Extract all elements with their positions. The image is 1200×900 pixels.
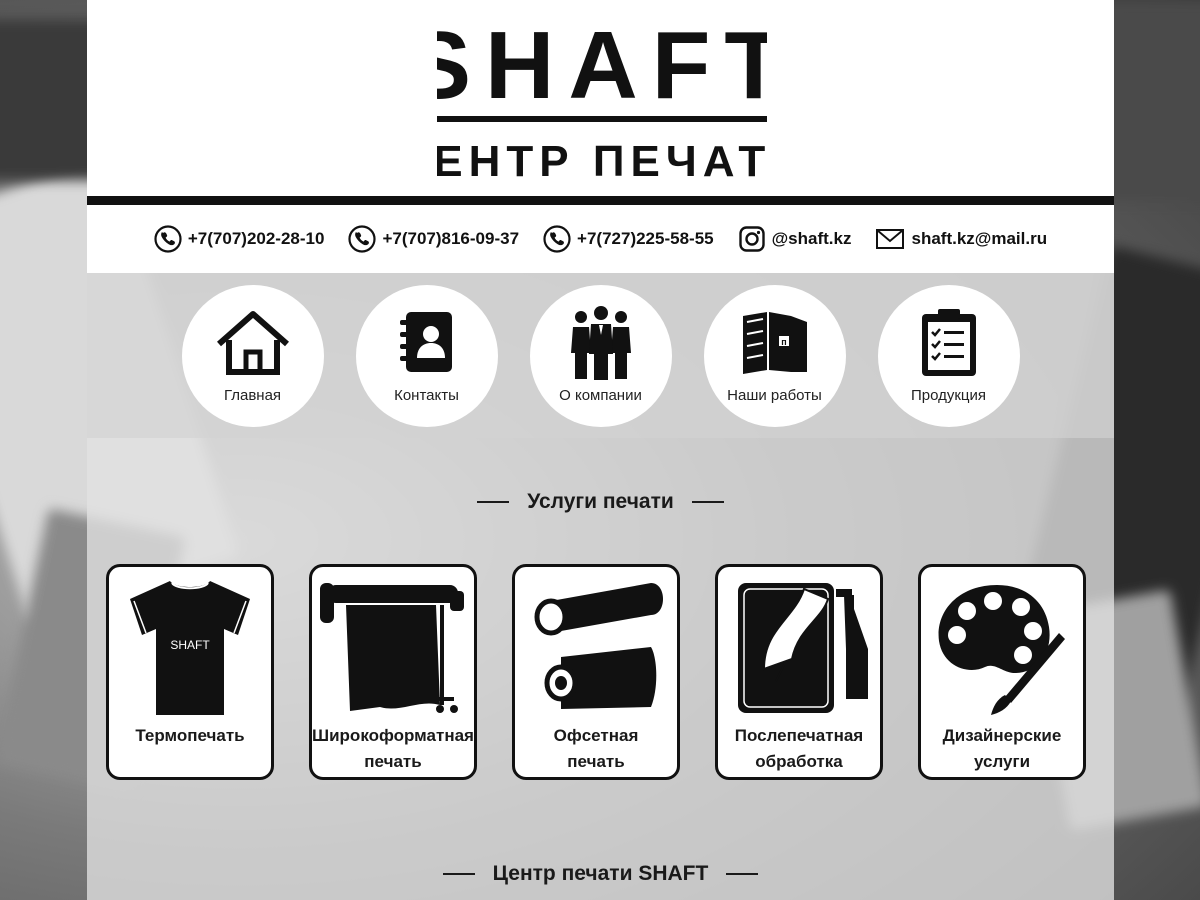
section-heading: Центр печати SHAFT xyxy=(492,862,709,885)
nav-label: Главная xyxy=(223,386,282,404)
service-label: Офсетная печать xyxy=(553,726,639,771)
service-label: Термопечать xyxy=(135,726,245,745)
nav-item-about[interactable]: О компании xyxy=(529,284,672,427)
service-card-thermal-print[interactable]: SHAFT Термопечать xyxy=(106,564,274,780)
nav-label: Продукция xyxy=(910,386,987,404)
palette-icon xyxy=(938,585,1065,715)
service-card-offset[interactable]: Офсетная печать xyxy=(512,564,680,780)
service-label: Послепечатная обработка xyxy=(734,726,864,771)
nav-label: Наши работы xyxy=(727,386,822,404)
phone-icon xyxy=(348,225,377,253)
logo-subtitle: ЦЕНТР ПЕЧАТИ xyxy=(437,137,767,186)
contact-text: +7(727)225-58-55 xyxy=(577,229,714,248)
clipboard-icon xyxy=(921,308,976,376)
lamination-icon xyxy=(738,583,868,713)
contact-phone-3[interactable]: +7(727)225-58-55 xyxy=(543,225,714,253)
svg-text:п: п xyxy=(781,337,786,347)
nav-item-contacts[interactable]: Контакты xyxy=(355,284,498,427)
phone-icon xyxy=(154,225,182,253)
about-section-title: Центр печати SHAFT xyxy=(87,862,1114,886)
plotter-icon xyxy=(320,583,464,713)
contact-instagram[interactable]: @shaft.kz xyxy=(738,225,852,253)
site-header: SHAFT ЦЕНТР ПЕЧАТИ xyxy=(87,0,1114,196)
paper-rolls-icon xyxy=(534,583,663,709)
phone-icon xyxy=(543,225,571,253)
logo-brand-name: SHAFT xyxy=(437,12,767,119)
tshirt-icon: SHAFT xyxy=(130,581,250,715)
services-list: SHAFT Термопечать Широкоформатная печать… xyxy=(106,564,1086,780)
home-icon xyxy=(216,310,289,375)
contact-phone-1[interactable]: +7(707)202-28-10 xyxy=(154,225,325,253)
nav-item-home[interactable]: Главная xyxy=(181,284,324,427)
service-label: Широкоформатная печать xyxy=(312,726,474,771)
service-card-design[interactable]: Дизайнерские услуги xyxy=(918,564,1086,780)
contact-email[interactable]: shaft.kz@mail.ru xyxy=(875,227,1047,251)
site-logo[interactable]: SHAFT ЦЕНТР ПЕЧАТИ xyxy=(395,8,803,188)
main-navigation: Главная Контакты О компании п Наши работ… xyxy=(87,273,1114,438)
instagram-icon xyxy=(738,226,765,252)
nav-item-works[interactable]: п Наши работы xyxy=(703,284,846,427)
address-book-icon xyxy=(399,311,452,372)
nav-item-products[interactable]: Продукция xyxy=(877,284,1020,427)
mail-icon xyxy=(876,229,905,249)
service-label: Дизайнерские услуги xyxy=(942,726,1062,771)
service-card-postprint[interactable]: Послепечатная обработка xyxy=(715,564,883,780)
books-icon: п xyxy=(742,311,807,374)
nav-label: Контакты xyxy=(394,386,459,404)
contact-text: shaft.kz@mail.ru xyxy=(911,229,1048,248)
people-icon xyxy=(570,305,631,380)
contact-text: @shaft.kz xyxy=(771,229,852,248)
contact-text: +7(707)202-28-10 xyxy=(187,229,325,248)
service-card-wide-format[interactable]: Широкоформатная печать xyxy=(309,564,477,780)
main-content: Услуги печати SHAFT Термопечать Широкофо… xyxy=(87,438,1114,900)
contact-text: +7(707)816-09-37 xyxy=(382,229,520,248)
page-container: SHAFT ЦЕНТР ПЕЧАТИ +7(707)202-28-10 +7(7… xyxy=(87,0,1114,900)
contacts-bar: +7(707)202-28-10 +7(707)816-09-37 +7(727… xyxy=(87,205,1114,273)
section-heading: Услуги печати xyxy=(527,490,674,513)
nav-label: О компании xyxy=(559,386,642,404)
header-divider xyxy=(87,196,1114,205)
contact-phone-2[interactable]: +7(707)816-09-37 xyxy=(348,225,519,253)
services-section-title: Услуги печати xyxy=(87,490,1114,514)
shirt-print-text: SHAFT xyxy=(170,638,210,652)
